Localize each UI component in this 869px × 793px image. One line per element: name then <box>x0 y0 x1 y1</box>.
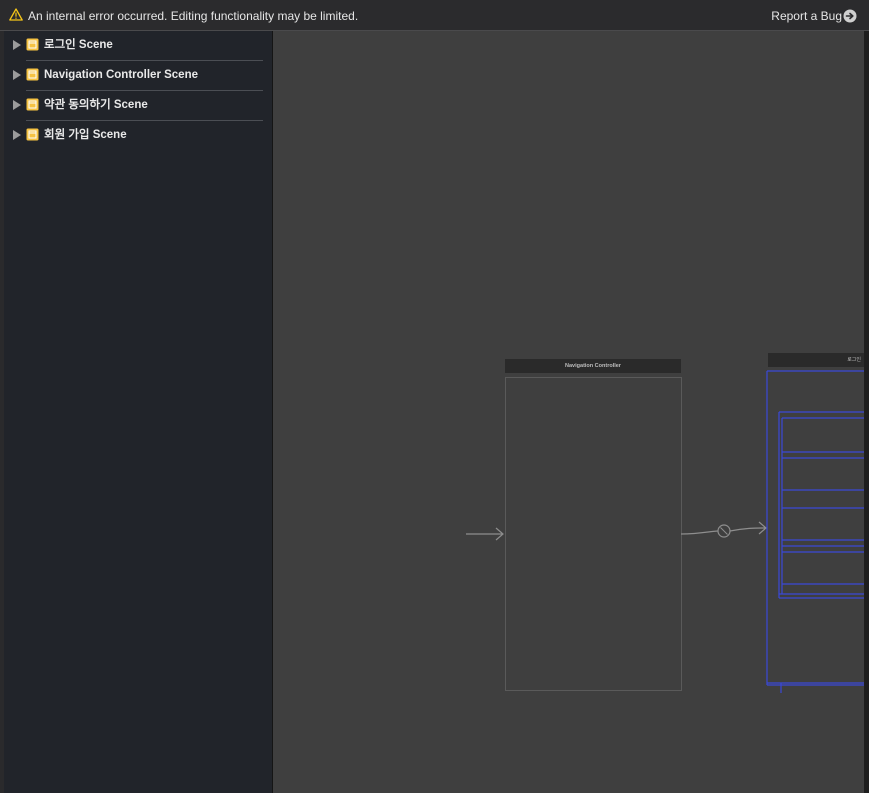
login-scene-frame[interactable] <box>766 370 864 693</box>
canvas-overlay <box>466 370 864 693</box>
entry-point-arrow[interactable] <box>466 527 504 541</box>
root-view-controller-segue[interactable] <box>680 521 767 538</box>
